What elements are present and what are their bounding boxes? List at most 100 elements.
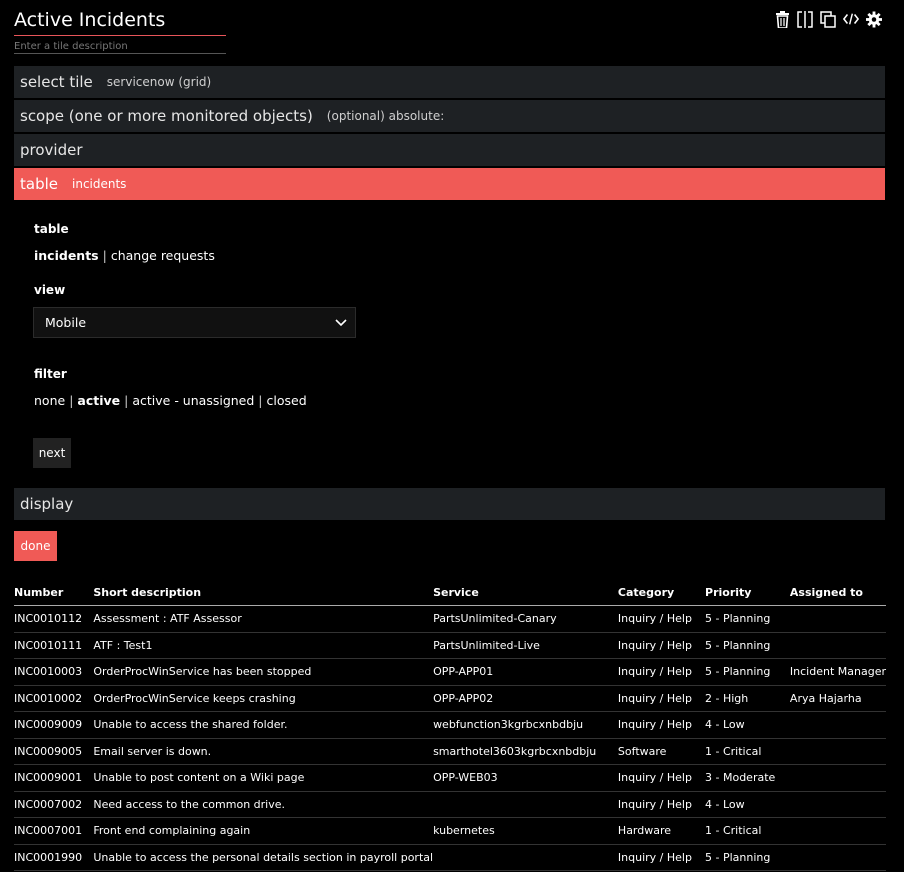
cell-category: Hardware xyxy=(617,817,706,845)
table-row[interactable]: INC0009009 Unable to access the shared fo… xyxy=(14,711,886,739)
trash-icon[interactable] xyxy=(774,10,790,28)
section-scope[interactable]: scope (one or more monitored objects) (o… xyxy=(14,100,885,133)
cell-short-description: Assessment : ATF Assessor xyxy=(93,605,434,633)
section-value: incidents xyxy=(72,177,127,191)
cell-priority: 4 - Low xyxy=(705,791,790,818)
section-label: select tile xyxy=(20,73,93,91)
table-option-incidents[interactable]: incidents xyxy=(34,248,99,263)
cell-category: Inquiry / Help xyxy=(617,711,706,739)
cell-service: OPP-WEB03 xyxy=(433,764,618,792)
cell-priority: 2 - High xyxy=(705,685,790,712)
table-row[interactable]: INC0007001 Front end complaining again kub… xyxy=(14,817,886,845)
cell-service: PartsUnlimited-Live xyxy=(433,632,618,659)
filter-field-label: filter xyxy=(34,367,67,381)
table-row[interactable]: INC0001990 Unable to access the personal … xyxy=(14,844,886,871)
view-field-label: view xyxy=(34,283,66,297)
cell-assigned-to xyxy=(789,632,886,659)
table-row[interactable]: INC0010112 Assessment : ATF Assessor Parts… xyxy=(14,605,886,633)
cell-number: INC0010002 xyxy=(14,685,94,712)
section-value: servicenow (grid) xyxy=(106,75,212,89)
cell-number: INC0009005 xyxy=(14,738,94,765)
cell-assigned-to: Arya Hajarha xyxy=(789,685,886,712)
table-option-change-requests[interactable]: change requests xyxy=(111,248,215,263)
done-button[interactable]: done xyxy=(14,531,57,561)
cell-priority: 1 - Critical xyxy=(705,738,790,765)
table-options: incidents | change requests xyxy=(34,248,215,263)
cell-number: INC0010003 xyxy=(14,658,94,686)
cell-priority: 5 - Planning xyxy=(705,632,790,659)
chevron-down-icon xyxy=(335,316,347,331)
cell-number: INC0010111 xyxy=(14,632,94,659)
cell-short-description: OrderProcWinService keeps crashing xyxy=(93,685,434,712)
column-header-category[interactable]: Category xyxy=(617,580,706,606)
section-label: provider xyxy=(20,141,83,159)
cell-short-description: Front end complaining again xyxy=(93,817,434,845)
cell-short-description: ATF : Test1 xyxy=(93,632,434,659)
column-header-short-description[interactable]: Short description xyxy=(93,580,434,606)
cell-assigned-to xyxy=(789,711,886,739)
cell-category: Inquiry / Help xyxy=(617,791,706,818)
section-display[interactable]: display xyxy=(14,488,885,521)
table-row[interactable]: INC0010002 OrderProcWinService keeps cras… xyxy=(14,685,886,712)
column-header-number[interactable]: Number xyxy=(14,580,94,606)
filter-options: none | active | active - unassigned | closed xyxy=(34,393,307,408)
cell-category: Software xyxy=(617,738,706,765)
cell-service: kubernetes xyxy=(433,817,618,845)
copy-icon[interactable] xyxy=(820,10,836,28)
next-button[interactable]: next xyxy=(33,438,71,468)
column-header-priority[interactable]: Priority xyxy=(705,580,790,606)
option-separator: | xyxy=(258,393,263,408)
section-provider[interactable]: provider xyxy=(14,134,885,167)
tile-title-input[interactable]: Active Incidents xyxy=(14,8,226,36)
cell-service: webfunction3kgrbcxnbdbju xyxy=(433,711,618,739)
cell-assigned-to xyxy=(789,817,886,845)
code-icon[interactable] xyxy=(843,10,859,28)
cell-number: INC0001990 xyxy=(14,844,94,871)
view-select-value: Mobile xyxy=(45,315,87,330)
section-select-tile[interactable]: select tile servicenow (grid) xyxy=(14,66,885,99)
column-header-service[interactable]: Service xyxy=(433,580,618,606)
column-header-assigned-to[interactable]: Assigned to xyxy=(789,580,886,606)
cell-priority: 5 - Planning xyxy=(705,605,790,633)
filter-option-active-unassigned[interactable]: active - unassigned xyxy=(132,393,254,408)
cell-priority: 1 - Critical xyxy=(705,817,790,845)
cell-short-description: OrderProcWinService has been stopped xyxy=(93,658,434,686)
cell-category: Inquiry / Help xyxy=(617,632,706,659)
cell-priority: 4 - Low xyxy=(705,711,790,739)
cell-assigned-to: Incident Manager xyxy=(789,658,886,686)
split-icon[interactable] xyxy=(797,10,813,28)
cell-service: OPP-APP02 xyxy=(433,685,618,712)
filter-option-closed[interactable]: closed xyxy=(267,393,307,408)
section-value: (optional) absolute: xyxy=(326,109,445,123)
table-row[interactable]: INC0009001 Unable to post content on a Wi… xyxy=(14,764,886,792)
tile-description-input[interactable]: Enter a tile description xyxy=(14,36,226,54)
cell-short-description: Unable to access the shared folder. xyxy=(93,711,434,739)
table-row[interactable]: INC0010111 ATF : Test1 PartsUnlimited-Live… xyxy=(14,632,886,659)
view-select[interactable]: Mobile xyxy=(33,307,356,338)
cell-service: OPP-APP01 xyxy=(433,658,618,686)
cell-assigned-to xyxy=(789,764,886,792)
filter-option-none[interactable]: none xyxy=(34,393,65,408)
gear-icon[interactable] xyxy=(866,10,882,28)
cell-short-description: Unable to post content on a Wiki page xyxy=(93,764,434,792)
cell-short-description: Email server is down. xyxy=(93,738,434,765)
cell-service: PartsUnlimited-Canary xyxy=(433,605,618,633)
cell-assigned-to xyxy=(789,738,886,765)
cell-number: INC0007001 xyxy=(14,817,94,845)
cell-number: INC0009001 xyxy=(14,764,94,792)
cell-number: INC0009009 xyxy=(14,711,94,739)
table-header-row: Number Short description Service Categor… xyxy=(14,580,886,606)
option-separator: | xyxy=(124,393,129,408)
table-row[interactable]: INC0007002 Need access to the common driv… xyxy=(14,791,886,818)
section-table[interactable]: table incidents xyxy=(14,168,885,201)
table-row[interactable]: INC0009005 Email server is down. smarthote… xyxy=(14,738,886,765)
table-row[interactable]: INC0010003 OrderProcWinService has been s… xyxy=(14,658,886,686)
incidents-table: Number Short description Service Categor… xyxy=(14,580,886,871)
cell-priority: 5 - Planning xyxy=(705,658,790,686)
option-separator: | xyxy=(69,393,74,408)
cell-number: INC0007002 xyxy=(14,791,94,818)
filter-option-active[interactable]: active xyxy=(77,393,120,408)
tile-toolbar xyxy=(774,10,882,28)
section-label: table xyxy=(20,175,58,193)
cell-priority: 3 - Moderate xyxy=(705,764,790,792)
